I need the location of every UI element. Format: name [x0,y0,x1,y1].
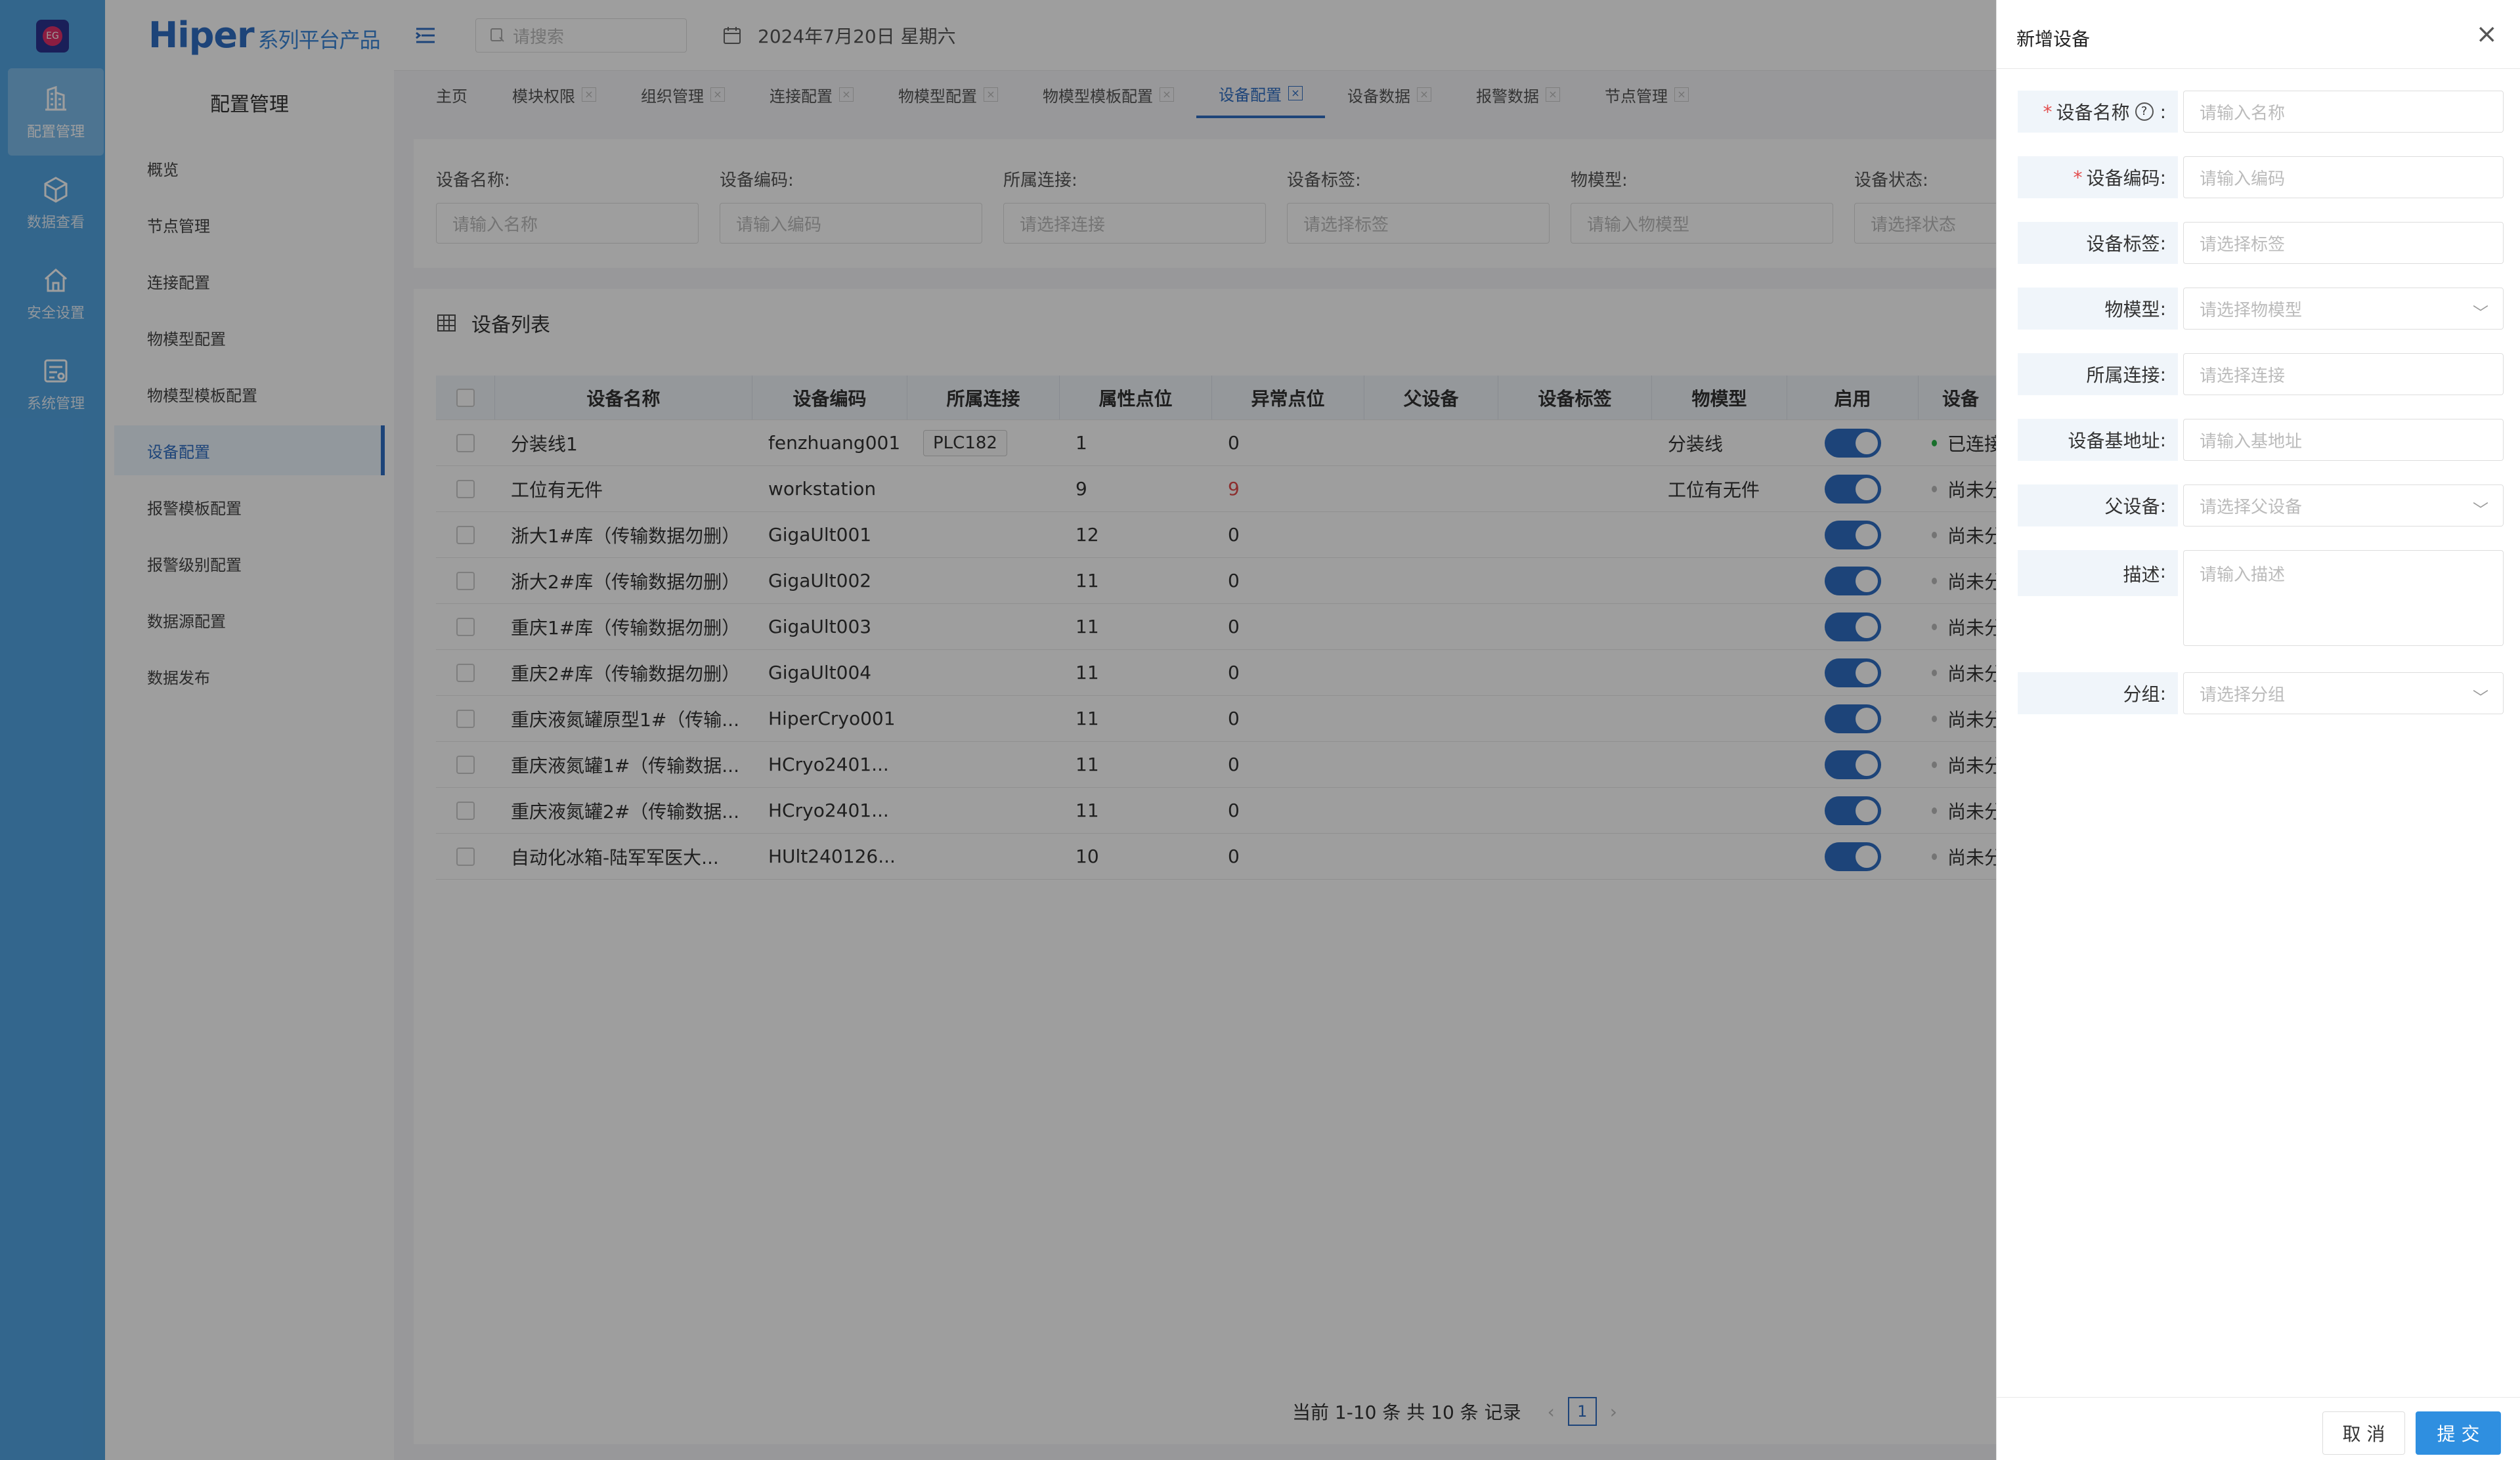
submit-button[interactable]: 提 交 [2416,1411,2501,1455]
required-mark: * [2043,100,2053,123]
modal-overlay[interactable] [0,0,1996,1460]
device-tag-field[interactable]: 请选择标签 [2183,222,2504,264]
form-row-device-code: * 设备编码: 请输入编码 [2018,156,2504,198]
base-address-field[interactable]: 请输入基地址 [2183,419,2504,461]
form-row-group: 分组: 请选择分组 ﹀ [2018,672,2504,714]
add-device-drawer: 新增设备 × * 设备名称?: 请输入名称 * 设备编码: 请输入编码 设备标签: … [1996,0,2520,1460]
description-textarea[interactable]: 请输入描述 [2183,550,2504,646]
parent-device-select[interactable]: 请选择父设备 ﹀ [2183,484,2504,526]
cancel-button[interactable]: 取 消 [2322,1411,2405,1455]
form-row-description: 描述: 请输入描述 [2018,550,2504,646]
chevron-down-icon: ﹀ [2473,501,2488,519]
drawer-divider [1997,68,2520,69]
group-select[interactable]: 请选择分组 ﹀ [2183,672,2504,714]
drawer-footer-divider [1997,1397,2520,1398]
drawer-title: 新增设备 [2016,28,2091,50]
close-icon[interactable]: × [2475,21,2498,47]
form-row-connection: 所属连接: 请选择连接 [2018,353,2504,395]
form-row-thing-model: 物模型: 请选择物模型 ﹀ [2018,288,2504,330]
chevron-down-icon: ﹀ [2473,304,2488,322]
form-row-parent-device: 父设备: 请选择父设备 ﹀ [2018,484,2504,526]
thing-model-select[interactable]: 请选择物模型 ﹀ [2183,288,2504,330]
form-row-device-name: * 设备名称?: 请输入名称 [2018,91,2504,133]
device-name-field[interactable]: 请输入名称 [2183,91,2504,133]
connection-field[interactable]: 请选择连接 [2183,353,2504,395]
chevron-down-icon: ﹀ [2473,689,2488,707]
help-icon[interactable]: ? [2135,102,2154,121]
form-row-base-address: 设备基地址: 请输入基地址 [2018,419,2504,461]
form-row-device-tag: 设备标签: 请选择标签 [2018,222,2504,264]
device-code-field[interactable]: 请输入编码 [2183,156,2504,198]
required-mark: * [2073,166,2083,188]
